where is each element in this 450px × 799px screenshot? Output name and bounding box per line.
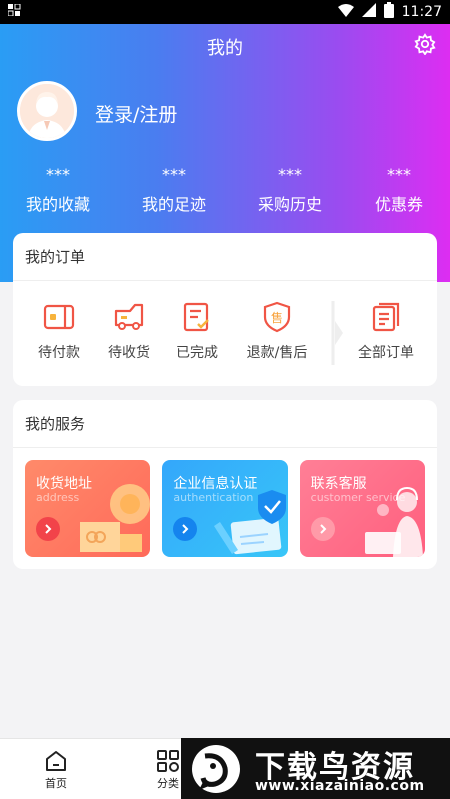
login-register-link[interactable]: 登录/注册: [95, 100, 177, 127]
watermark-url: www.xiazainiao.com: [255, 778, 425, 794]
service-title: 收货地址: [36, 476, 92, 492]
stat-value: ***: [387, 165, 411, 184]
order-completed[interactable]: 已完成: [162, 301, 232, 362]
service-subtitle: authentication: [173, 491, 254, 504]
arrow-right-icon[interactable]: [36, 517, 60, 541]
home-icon: [46, 751, 66, 771]
order-status-row: 待付款 待收货 已完成 售 退款/售后 全部订单: [13, 281, 437, 386]
service-title: 联系客服: [310, 476, 367, 492]
category-grid-icon: [157, 750, 179, 772]
battery-icon: [383, 2, 394, 22]
after-sale-shield-icon: 售: [263, 301, 291, 333]
wallet-icon: [43, 304, 75, 330]
stat-favorites[interactable]: *** 我的收藏: [0, 167, 116, 215]
stat-purchase-history[interactable]: *** 采购历史: [232, 167, 348, 215]
order-pending-receipt[interactable]: 待收货: [94, 301, 164, 362]
watermark-banner: 下载鸟资源 www.xiazainiao.com: [181, 738, 450, 799]
stat-label: 我的收藏: [25, 195, 90, 214]
orders-card: 我的订单 待付款 待收货 已完成 售 退款/售后 全部订单: [13, 233, 437, 386]
service-enterprise-auth[interactable]: 企业信息认证 authentication: [162, 460, 288, 557]
gear-icon[interactable]: [414, 33, 436, 56]
arrow-right-icon[interactable]: [310, 517, 335, 541]
wifi-icon: [337, 3, 354, 21]
order-label: 已完成: [176, 345, 218, 361]
order-label: 待收货: [108, 345, 150, 361]
divider-arrow: [331, 301, 347, 365]
service-customer-support[interactable]: 联系客服 customer service: [299, 460, 425, 557]
notification-icon: [7, 3, 22, 20]
service-subtitle: customer service: [310, 491, 406, 504]
status-bar: 11:27: [0, 0, 450, 24]
order-label: 待付款: [38, 345, 80, 361]
stat-coupons[interactable]: *** 优惠券: [348, 167, 450, 215]
stat-value: ***: [46, 165, 70, 184]
bird-logo-icon: [192, 745, 240, 793]
avatar[interactable]: [17, 81, 77, 141]
service-subtitle: address: [36, 491, 80, 504]
services-card: 我的服务 收货地址 address 企业信息认证 authentication …: [13, 400, 437, 569]
signal-icon: [361, 3, 376, 21]
stat-label: 采购历史: [257, 195, 322, 214]
order-list-icon: [372, 302, 400, 332]
page-title: 我的: [207, 38, 243, 59]
stat-label: 我的足迹: [141, 195, 206, 214]
order-pending-payment[interactable]: 待付款: [24, 301, 94, 362]
orders-title: 我的订单: [13, 233, 437, 281]
stats-row: *** 我的收藏 *** 我的足迹 *** 采购历史 *** 优惠券: [0, 167, 450, 215]
order-all[interactable]: 全部订单: [351, 301, 421, 362]
arrow-right-icon[interactable]: [173, 517, 198, 541]
status-time: 11:27: [401, 4, 442, 20]
stat-value: ***: [278, 165, 302, 184]
nav-home[interactable]: 首页: [26, 749, 86, 791]
services-row: 收货地址 address 企业信息认证 authentication 联系客服 …: [13, 448, 437, 557]
stat-value: ***: [162, 165, 186, 184]
svg-text:售: 售: [271, 310, 283, 325]
services-title: 我的服务: [13, 400, 437, 448]
stat-footprints[interactable]: *** 我的足迹: [116, 167, 232, 215]
checklist-icon: [183, 302, 209, 332]
stat-label: 优惠券: [374, 195, 423, 214]
order-label: 退款/售后: [246, 345, 308, 361]
service-address[interactable]: 收货地址 address: [25, 460, 151, 557]
truck-icon: [114, 303, 144, 330]
order-label: 全部订单: [358, 345, 414, 361]
order-refund-after-sale[interactable]: 售 退款/售后: [239, 301, 315, 362]
service-title: 企业信息认证: [173, 476, 258, 492]
nav-label: 首页: [45, 777, 67, 790]
